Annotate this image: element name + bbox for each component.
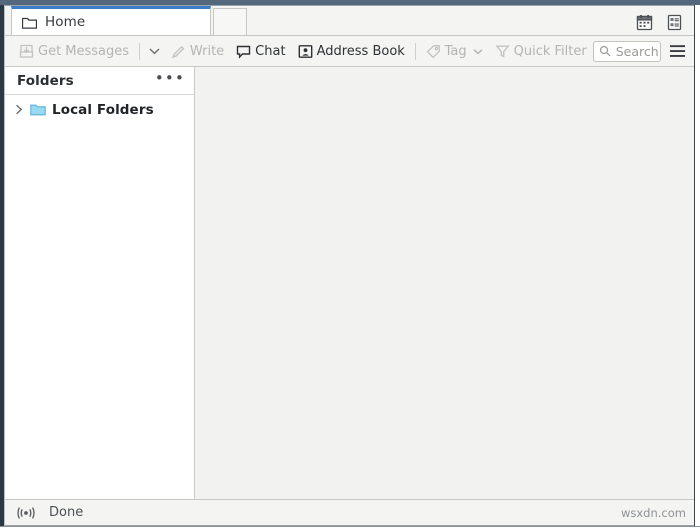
hamburger-icon (669, 44, 686, 58)
tab-bar-tools (634, 12, 694, 35)
chat-bubble-icon (236, 44, 251, 59)
main-toolbar: Get Messages Write Chat Address Book Tag… (5, 36, 694, 67)
window-frame-body: Home Get Messages Write Chat Address Boo… (0, 5, 700, 526)
folder-icon (30, 103, 46, 116)
toolbar-separator-1 (139, 42, 140, 60)
address-book-icon (298, 44, 313, 59)
broadcast-icon (17, 506, 35, 520)
quick-filter-label: Quick Filter (513, 43, 587, 59)
search-placeholder: Search <Ctrl+K> (615, 43, 660, 59)
window-frame-right-edge (694, 5, 700, 526)
address-book-label: Address Book (316, 43, 405, 59)
chevron-down-icon (473, 48, 483, 55)
folder-icon (22, 16, 37, 29)
search-icon (599, 45, 611, 57)
toolbar-separator-2 (414, 42, 416, 60)
tree-item-label: Local Folders (52, 101, 154, 118)
status-text: Done (49, 505, 84, 520)
content-pane (195, 67, 694, 499)
tab-bar: Home (5, 6, 694, 36)
get-messages-icon (19, 44, 34, 59)
app-window: Home Get Messages Write Chat Address Boo… (0, 0, 700, 532)
folder-pane: Folders ••• Local Folders (5, 67, 195, 499)
search-input[interactable]: Search <Ctrl+K> (592, 40, 661, 62)
folder-pane-header: Folders ••• (5, 67, 194, 95)
status-bar: Done wsxdn.com (5, 499, 694, 525)
get-messages-button[interactable]: Get Messages (13, 42, 135, 61)
window-frame-bottom (0, 526, 700, 532)
get-messages-label: Get Messages (38, 43, 130, 59)
tab-home[interactable]: Home (11, 6, 211, 35)
tag-button[interactable]: Tag (420, 42, 489, 61)
chevron-down-icon (149, 47, 160, 55)
write-label: Write (189, 43, 225, 59)
chevron-right-icon[interactable] (13, 104, 24, 115)
folder-pane-title: Folders (17, 72, 74, 89)
tab-home-label: Home (45, 14, 86, 30)
app-menu-button[interactable] (669, 40, 686, 62)
window-inner: Home Get Messages Write Chat Address Boo… (5, 5, 694, 526)
pencil-icon (171, 44, 186, 59)
chat-label: Chat (255, 43, 286, 59)
new-tab-button[interactable] (213, 8, 247, 35)
folder-pane-more-button[interactable]: ••• (155, 71, 185, 90)
tree-item-local-folders[interactable]: Local Folders (5, 99, 194, 120)
funnel-icon (495, 44, 510, 59)
address-book-button[interactable]: Address Book (292, 42, 411, 61)
main-area: Folders ••• Local Folders (5, 67, 694, 499)
tasks-icon[interactable] (664, 12, 684, 32)
chat-button[interactable]: Chat (230, 42, 291, 61)
calendar-icon[interactable] (634, 12, 654, 32)
write-button[interactable]: Write (165, 42, 230, 61)
quick-filter-button[interactable]: Quick Filter (489, 42, 593, 61)
tag-label: Tag (444, 43, 467, 59)
tag-icon (426, 44, 441, 59)
folder-tree: Local Folders (5, 95, 194, 499)
get-messages-dropdown-button[interactable] (144, 45, 165, 57)
watermark: wsxdn.com (620, 505, 686, 520)
